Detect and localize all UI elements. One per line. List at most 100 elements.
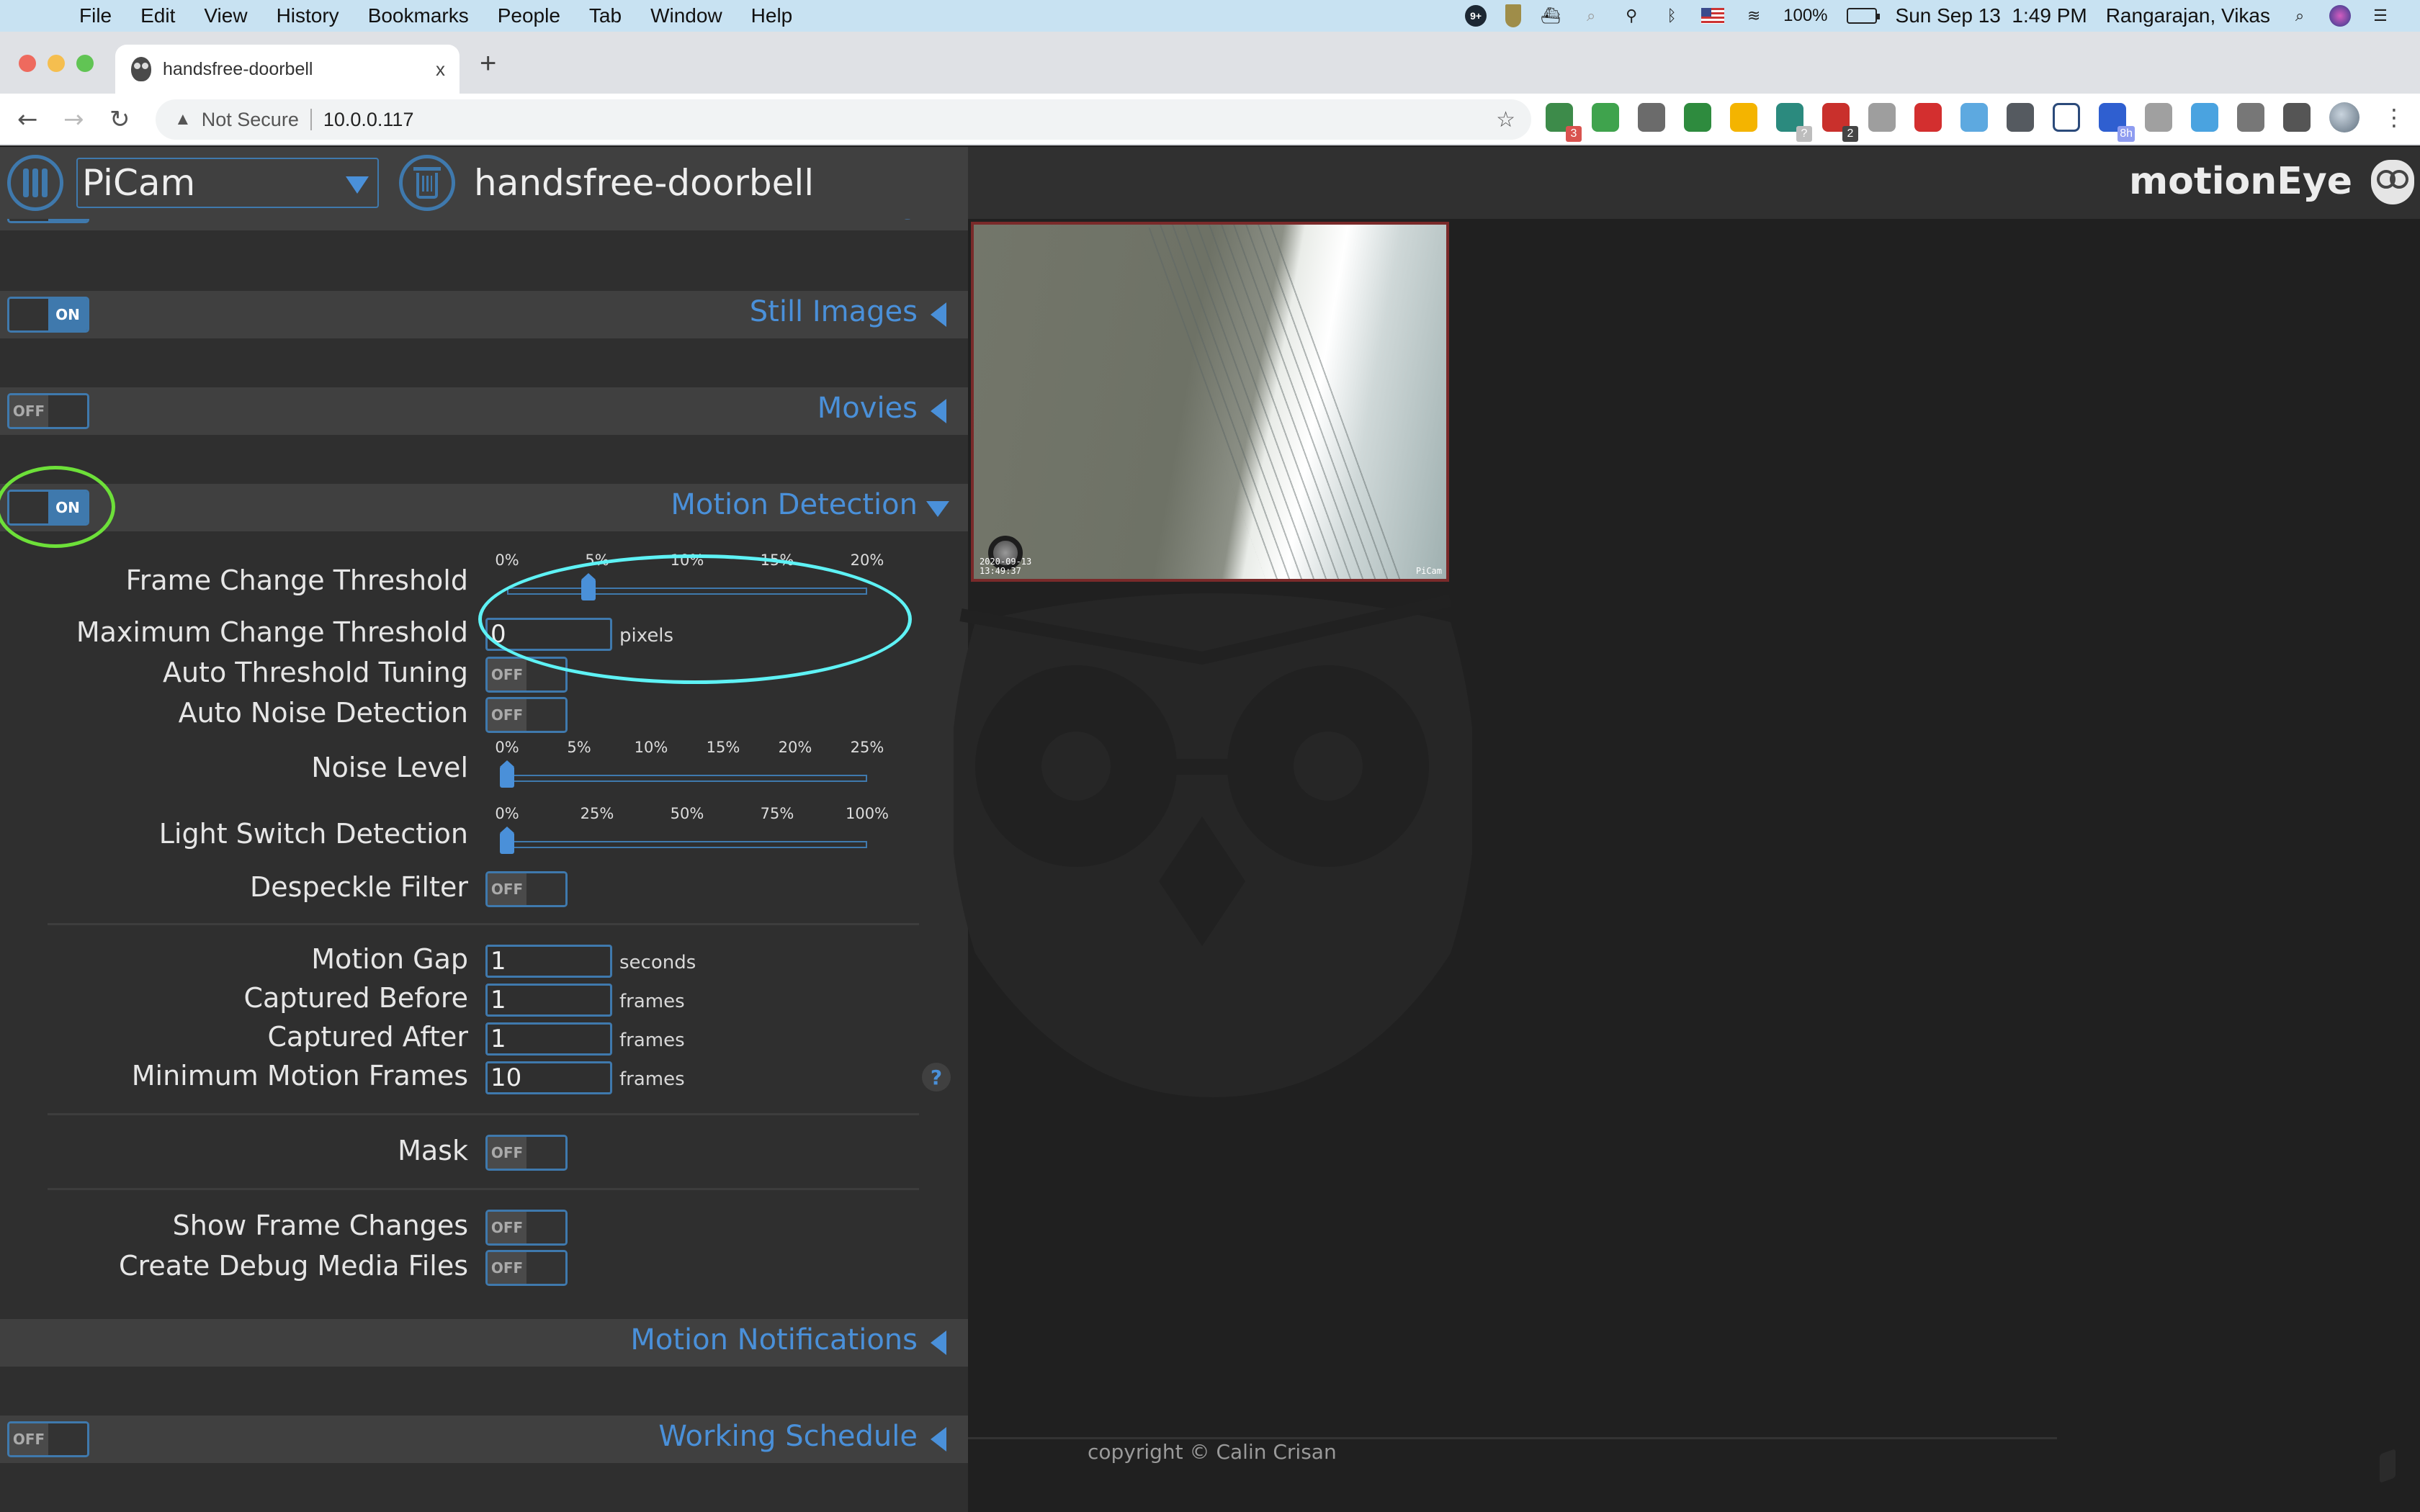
motion-gap-input[interactable] [485, 945, 612, 978]
docker-icon[interactable]: ⛴ [1540, 5, 1561, 27]
notification-center-icon[interactable]: ☰ [2370, 5, 2391, 27]
auto-noise-detection-label: Auto Noise Detection [178, 697, 468, 729]
section-still-images[interactable]: ON Still Images [0, 291, 968, 338]
browser-tab-active[interactable]: handsfree-doorbell x [115, 45, 460, 94]
camera-timestamp: 2020-09-13 13:49:37 [980, 557, 1032, 576]
menu-file[interactable]: File [79, 4, 112, 27]
ext-blue-timer-icon[interactable]: 8h [2099, 103, 2135, 142]
menu-help[interactable]: Help [751, 4, 793, 27]
expand-arrow-icon[interactable] [931, 1427, 946, 1452]
captured-before-input[interactable] [485, 984, 612, 1017]
menu-window[interactable]: Window [650, 4, 722, 27]
ext-gray-tag-icon[interactable] [2237, 103, 2264, 132]
us-flag-input-icon[interactable] [1701, 8, 1725, 24]
section-motion-notifications[interactable]: Motion Notifications [0, 1319, 968, 1367]
vimeo-icon[interactable] [1960, 103, 1988, 132]
light-switch-detection-slider[interactable]: 0% 25% 50% 75% 100% [485, 805, 889, 863]
menu-view[interactable]: View [204, 4, 247, 27]
expand-arrow-icon[interactable] [931, 399, 946, 423]
camera-select[interactable]: PiCam [76, 158, 379, 208]
back-arrow-icon[interactable]: ← [17, 105, 38, 134]
new-tab-button[interactable]: + [480, 48, 496, 80]
section-title[interactable]: Motion Detection [671, 488, 918, 521]
minimum-motion-frames-input[interactable] [485, 1061, 612, 1094]
battery-icon[interactable] [1846, 8, 1880, 24]
section-movies[interactable]: OFF Movies [0, 387, 968, 435]
menu-history[interactable]: History [277, 4, 339, 27]
bookmark-star-icon[interactable]: ☆ [1496, 107, 1515, 132]
ext-chat-icon[interactable] [2053, 103, 2080, 132]
show-frame-changes-label: Show Frame Changes [172, 1210, 468, 1241]
create-debug-media-files-toggle[interactable]: OFF [485, 1250, 568, 1286]
section-motion-detection[interactable]: ON Motion Detection [0, 484, 968, 531]
spotlight-search-icon[interactable]: ⌕ [2289, 5, 2311, 27]
section-title[interactable]: Movies [817, 392, 918, 425]
menu-people[interactable]: People [498, 4, 560, 27]
slider-thumb[interactable] [500, 760, 514, 788]
working-schedule-toggle[interactable]: OFF [7, 1421, 89, 1457]
ext-gray-robot-icon[interactable] [2145, 103, 2172, 132]
show-frame-changes-toggle[interactable]: OFF [485, 1210, 568, 1246]
slider-track[interactable] [507, 775, 867, 782]
ext-green-inbox-icon[interactable]: 3 [1546, 103, 1582, 142]
warning-icon[interactable]: ▲ [174, 109, 192, 130]
window-minimize-button[interactable] [48, 55, 65, 72]
url-text[interactable]: 10.0.0.117 [323, 109, 414, 131]
window-close-button[interactable] [19, 55, 36, 72]
expand-arrow-icon[interactable] [931, 302, 946, 327]
menu-bookmarks[interactable]: Bookmarks [368, 4, 469, 27]
menu-tab[interactable]: Tab [589, 4, 622, 27]
mask-toggle[interactable]: OFF [485, 1135, 568, 1171]
menu-edit[interactable]: Edit [140, 4, 175, 27]
notification-badge-icon[interactable]: 9+ [1465, 5, 1487, 27]
collapse-arrow-icon[interactable] [926, 501, 949, 517]
tab-close-icon[interactable]: x [436, 58, 445, 81]
ext-green-sync-icon[interactable] [1684, 103, 1711, 132]
address-bar[interactable]: ▲ Not Secure 10.0.0.117 ☆ [156, 99, 1531, 140]
expand-arrow-icon[interactable] [931, 1331, 946, 1355]
ext-teal-phone-icon[interactable]: ? [1776, 103, 1812, 142]
magnifier-app-icon[interactable]: ⌕ [1580, 5, 1602, 27]
apple-menu-icon[interactable] [29, 4, 50, 28]
binoculars-icon[interactable]: ⚲ [1621, 5, 1642, 27]
captured-after-input[interactable] [485, 1022, 612, 1056]
security-status[interactable]: Not Secure [202, 109, 299, 131]
datetime[interactable]: Sun Sep 13 1:49 PM [1896, 4, 2087, 27]
section-title[interactable]: Still Images [750, 295, 918, 328]
section-title[interactable]: Motion Notifications [630, 1323, 918, 1356]
section-working-schedule[interactable]: OFF Working Schedule [0, 1416, 968, 1463]
browser-toolbar: ← → ↻ ▲ Not Secure 10.0.0.117 ☆ 3? 2 8h ⋮ [0, 94, 2420, 145]
ext-gray-video-icon[interactable] [1868, 103, 1896, 132]
settings-menu-button[interactable] [7, 155, 63, 211]
chrome-menu-icon[interactable]: ⋮ [2383, 104, 2406, 131]
auto-noise-detection-toggle[interactable]: OFF [485, 697, 568, 733]
lastpass-icon[interactable]: 2 [1822, 103, 1858, 142]
slider-tick-label: 0% [495, 552, 519, 569]
wifi-icon[interactable]: ≋ [1743, 5, 1765, 27]
dark-mode-icon[interactable] [2007, 103, 2034, 132]
reload-icon[interactable]: ↻ [109, 105, 130, 134]
bluetooth-icon[interactable]: ᛒ [1661, 5, 1682, 27]
movies-toggle[interactable]: OFF [7, 393, 89, 429]
shield-icon[interactable] [1505, 4, 1522, 27]
profile-avatar[interactable] [2329, 102, 2360, 132]
noise-level-slider[interactable]: 0% 5% 10% 15% 20% 25% [485, 739, 889, 796]
window-zoom-button[interactable] [76, 55, 94, 72]
remove-camera-button[interactable] [399, 155, 455, 211]
despeckle-filter-toggle[interactable]: OFF [485, 871, 568, 907]
section-title[interactable]: Working Schedule [658, 1420, 918, 1453]
forward-arrow-icon[interactable]: → [63, 105, 84, 134]
still-images-toggle[interactable]: ON [7, 297, 89, 333]
user-name[interactable]: Rangarajan, Vikas [2106, 4, 2270, 27]
help-question-icon[interactable]: ? [922, 1063, 951, 1092]
siri-icon[interactable] [2329, 5, 2351, 27]
camera-live-feed[interactable]: 2020-09-13 13:49:37 PiCam [971, 222, 1449, 582]
pocket-icon[interactable] [1638, 103, 1665, 132]
extensions-puzzle-icon[interactable] [2283, 103, 2311, 132]
ext-clock-icon[interactable] [2191, 103, 2218, 132]
evernote-icon[interactable] [1592, 103, 1619, 132]
adblock-icon[interactable] [1914, 103, 1942, 132]
google-drive-icon[interactable] [1730, 103, 1757, 132]
slider-track[interactable] [507, 841, 867, 848]
slider-thumb[interactable] [500, 827, 514, 854]
